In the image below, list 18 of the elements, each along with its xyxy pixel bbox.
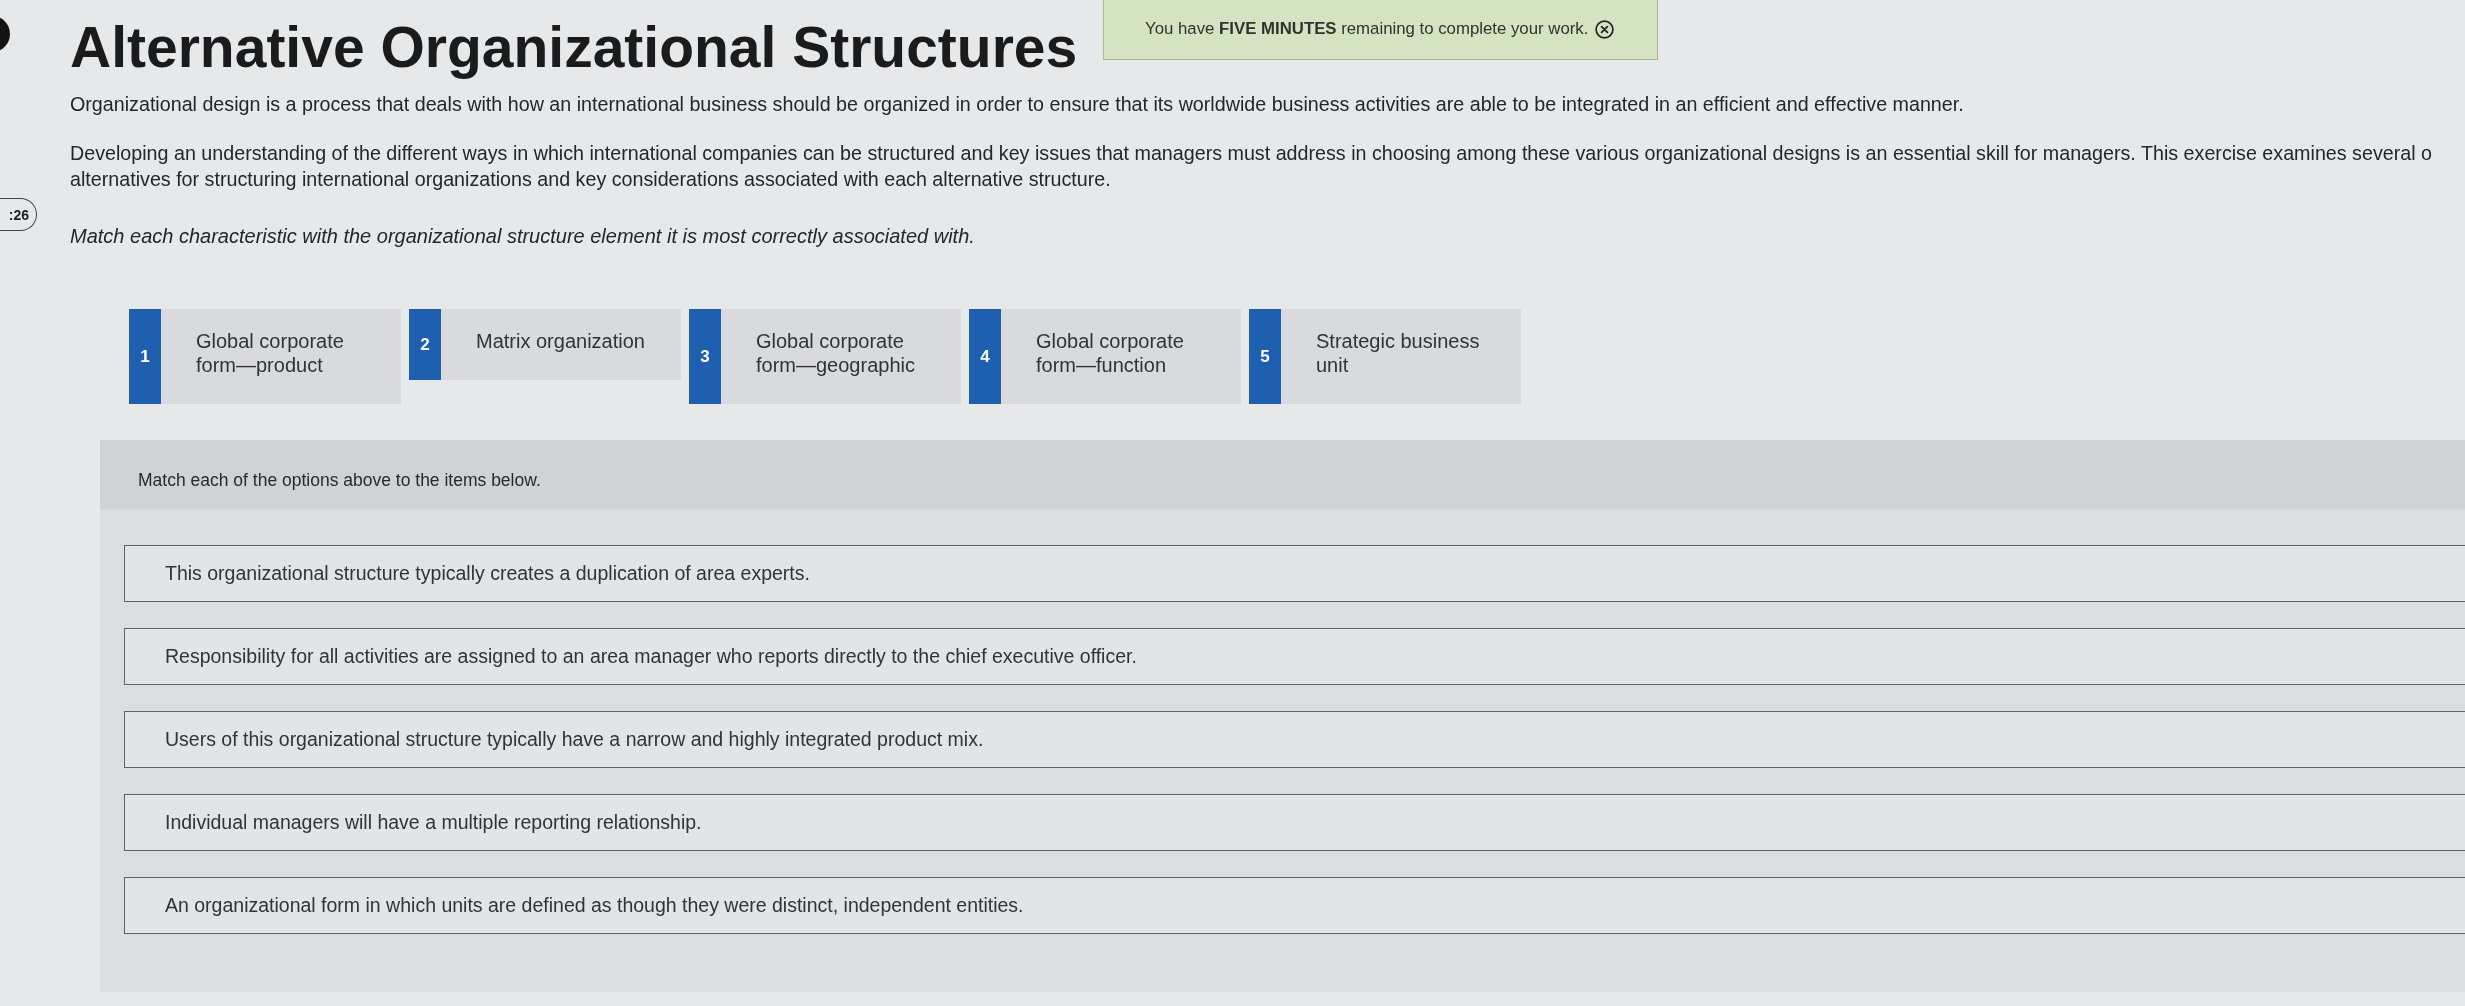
option-number: 4: [969, 309, 1001, 404]
paragraph-line: alternatives for structuring international organizations and key considerations associated with each alternative structure.: [70, 167, 1111, 192]
match-item[interactable]: Responsibility for all activities are assigned to an area manager who reports directly to the chief executive officer.: [124, 628, 2465, 685]
option-number: 3: [689, 309, 721, 404]
option-number: 5: [1249, 309, 1281, 404]
panel-heading: Match each of the options above to the items below.: [100, 440, 2465, 509]
option-number: 2: [409, 309, 441, 380]
warning-text: You have FIVE MINUTES remaining to complete your work.: [1145, 19, 1589, 39]
match-item[interactable]: Individual managers will have a multiple reporting relationship.: [124, 794, 2465, 851]
intro-paragraph: Organizational design is a process that deals with how an international business should be organized in order to ensure that its worldwide business activities are able to be integrated in an efficient and effective manner.: [70, 92, 1964, 116]
paragraph-line: Developing an understanding of the different ways in which international companies can be structured and key issues that managers must address in choosing among these various organizational designs is an essential skill for managers. This exercise examines several o: [70, 141, 2432, 166]
instruction-text: Match each characteristic with the organizational structure element it is most correctly associated with.: [70, 224, 975, 248]
match-item[interactable]: Users of this organizational structure typically have a narrow and highly integrated product mix.: [124, 711, 2465, 768]
option-number: 1: [129, 309, 161, 404]
match-item[interactable]: An organizational form in which units are defined as though they were distinct, independent entities.: [124, 877, 2465, 934]
page-title: Alternative Organizational Structures: [70, 16, 1078, 78]
close-icon[interactable]: [1595, 19, 1615, 39]
match-item[interactable]: This organizational structure typically creates a duplication of area experts.: [124, 545, 2465, 602]
